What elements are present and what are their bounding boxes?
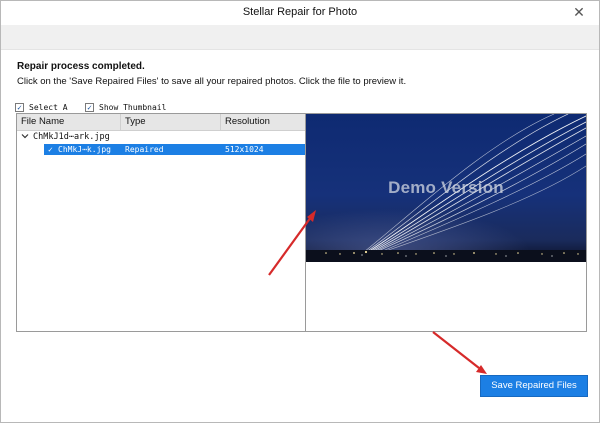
select-all-label: Select A	[29, 102, 68, 112]
checkbox-checked-icon[interactable]: ✓	[85, 102, 94, 112]
tree-parent-row[interactable]: ChMkJ1d⋯ark.jpg	[17, 131, 305, 144]
save-repaired-files-button[interactable]: Save Repaired Files	[480, 375, 588, 397]
checkbox-checked-icon[interactable]: ✓	[15, 102, 24, 112]
chevron-down-icon[interactable]	[21, 131, 29, 144]
toolbar-strip	[1, 25, 599, 50]
show-thumbnail-label: Show Thumbnail	[99, 102, 167, 112]
table-row[interactable]: ✓ ChMkJ⋯k.jpg Repaired 512x1024	[44, 144, 306, 155]
column-header-resolution[interactable]: Resolution	[221, 114, 305, 131]
row-file-name: ChMkJ⋯k.jpg	[58, 145, 111, 154]
status-instructions: Click on the 'Save Repaired Files' to sa…	[17, 76, 407, 87]
row-checkbox-icon[interactable]: ✓	[48, 144, 53, 155]
select-all-option[interactable]: ✓ Select A	[15, 101, 68, 113]
title-bar: Stellar Repair for Photo ✕	[1, 1, 599, 25]
parent-file-name: ChMkJ1d⋯ark.jpg	[33, 132, 110, 142]
annotation-arrow-icon	[432, 331, 487, 374]
column-header-file-name[interactable]: File Name	[17, 114, 121, 131]
row-file-type: Repaired	[125, 145, 164, 154]
window-title: Stellar Repair for Photo	[242, 6, 358, 18]
demo-watermark: Demo Version	[388, 178, 504, 197]
close-icon[interactable]: ✕	[569, 3, 589, 21]
column-header-type[interactable]: Type	[121, 114, 221, 131]
file-list-panel: File Name Type Resolution ChMkJ1d⋯ark.jp…	[16, 113, 306, 332]
preview-panel: Demo Version	[305, 113, 587, 332]
show-thumbnail-option[interactable]: ✓ Show Thumbnail	[85, 101, 166, 113]
status-heading: Repair process completed.	[17, 61, 145, 72]
row-file-resolution: 512x1024	[225, 145, 264, 154]
app-window: Stellar Repair for Photo ✕ Repair proces…	[0, 0, 600, 423]
